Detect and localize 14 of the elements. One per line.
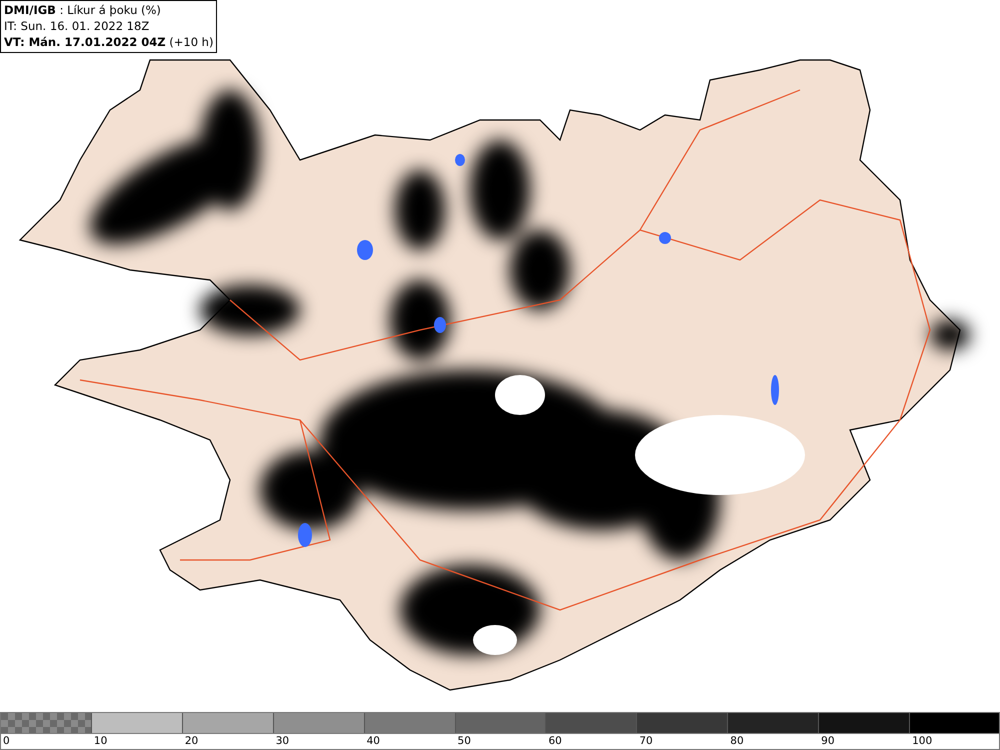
info-text: DMI/IGB : Líkur á þoku (%) [4, 2, 162, 18]
legend-label: 0 [3, 735, 10, 747]
legend-label: 70 [639, 735, 653, 747]
info-text: VT: Mán. 17.01.2022 04Z (+10 h) [4, 34, 214, 50]
legend-label: 100 [912, 735, 932, 747]
legend-label: 30 [276, 735, 290, 747]
info-text: IT: Sun. 16. 01. 2022 18Z [4, 18, 150, 34]
legend-label: 10 [94, 735, 108, 747]
legend-label: 50 [458, 735, 471, 747]
legend-label: 90 [821, 735, 835, 747]
legend-label: 20 [184, 735, 198, 747]
legend-label: 40 [366, 735, 380, 747]
legend-label: 80 [730, 735, 744, 747]
legend-label: 60 [548, 735, 562, 747]
